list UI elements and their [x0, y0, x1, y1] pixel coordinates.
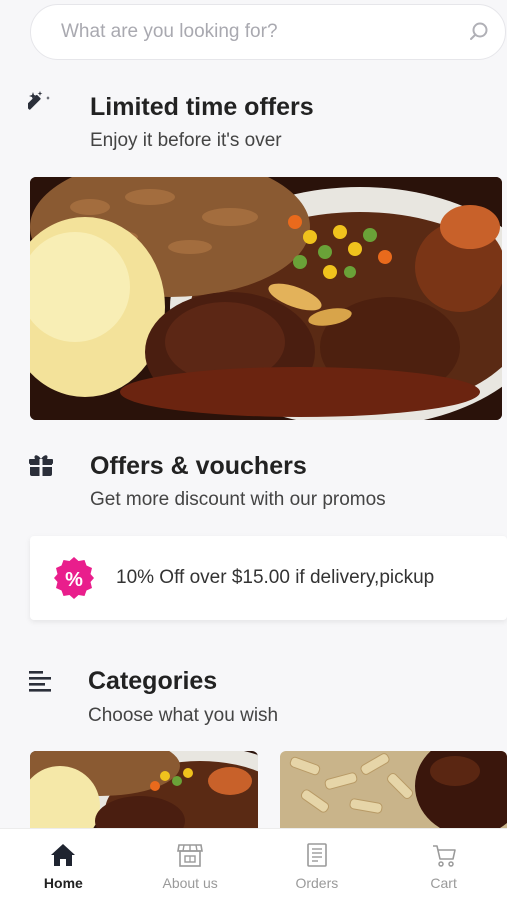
- orders-icon: [303, 841, 331, 869]
- nav-label: Home: [43, 875, 83, 891]
- section-subtitle: Choose what you wish: [88, 705, 279, 726]
- food-image: [30, 177, 502, 420]
- voucher-text: 10% Off over $15.00 if delivery,pickup: [116, 567, 435, 588]
- limited-offer-banner[interactable]: [30, 177, 502, 420]
- search-input[interactable]: [59, 20, 467, 44]
- gift-icon: [28, 452, 54, 478]
- discount-badge-icon: %: [52, 556, 96, 600]
- home-icon: [49, 841, 77, 869]
- search-bar[interactable]: [30, 4, 506, 60]
- section-title: Categories: [88, 667, 218, 695]
- nav-label: About us: [162, 875, 218, 891]
- section-subtitle: Get more discount with our promos: [90, 489, 386, 510]
- nav-item-about[interactable]: About us: [127, 829, 254, 901]
- section-title: Offers & vouchers: [90, 452, 307, 480]
- category-card[interactable]: [30, 751, 258, 831]
- nav-item-home[interactable]: Home: [0, 829, 127, 901]
- nav-item-orders[interactable]: Orders: [254, 829, 381, 901]
- cart-icon: [430, 841, 458, 869]
- badge-symbol: %: [65, 569, 83, 591]
- nav-label: Orders: [295, 875, 339, 891]
- magic-wand-icon: [25, 90, 54, 116]
- category-card[interactable]: [280, 751, 507, 831]
- category-image: [30, 751, 258, 831]
- section-subtitle: Enjoy it before it's over: [90, 130, 282, 151]
- bottom-nav: Home About us Orders Cart: [0, 828, 507, 901]
- list-icon: [28, 668, 54, 694]
- voucher-card[interactable]: % 10% Off over $15.00 if delivery,pickup: [30, 536, 507, 620]
- store-icon: [176, 841, 204, 869]
- nav-item-cart[interactable]: Cart: [380, 829, 507, 901]
- category-image: [280, 751, 507, 831]
- section-title: Limited time offers: [90, 93, 314, 121]
- nav-label: Cart: [430, 875, 457, 891]
- search-icon[interactable]: [467, 20, 491, 44]
